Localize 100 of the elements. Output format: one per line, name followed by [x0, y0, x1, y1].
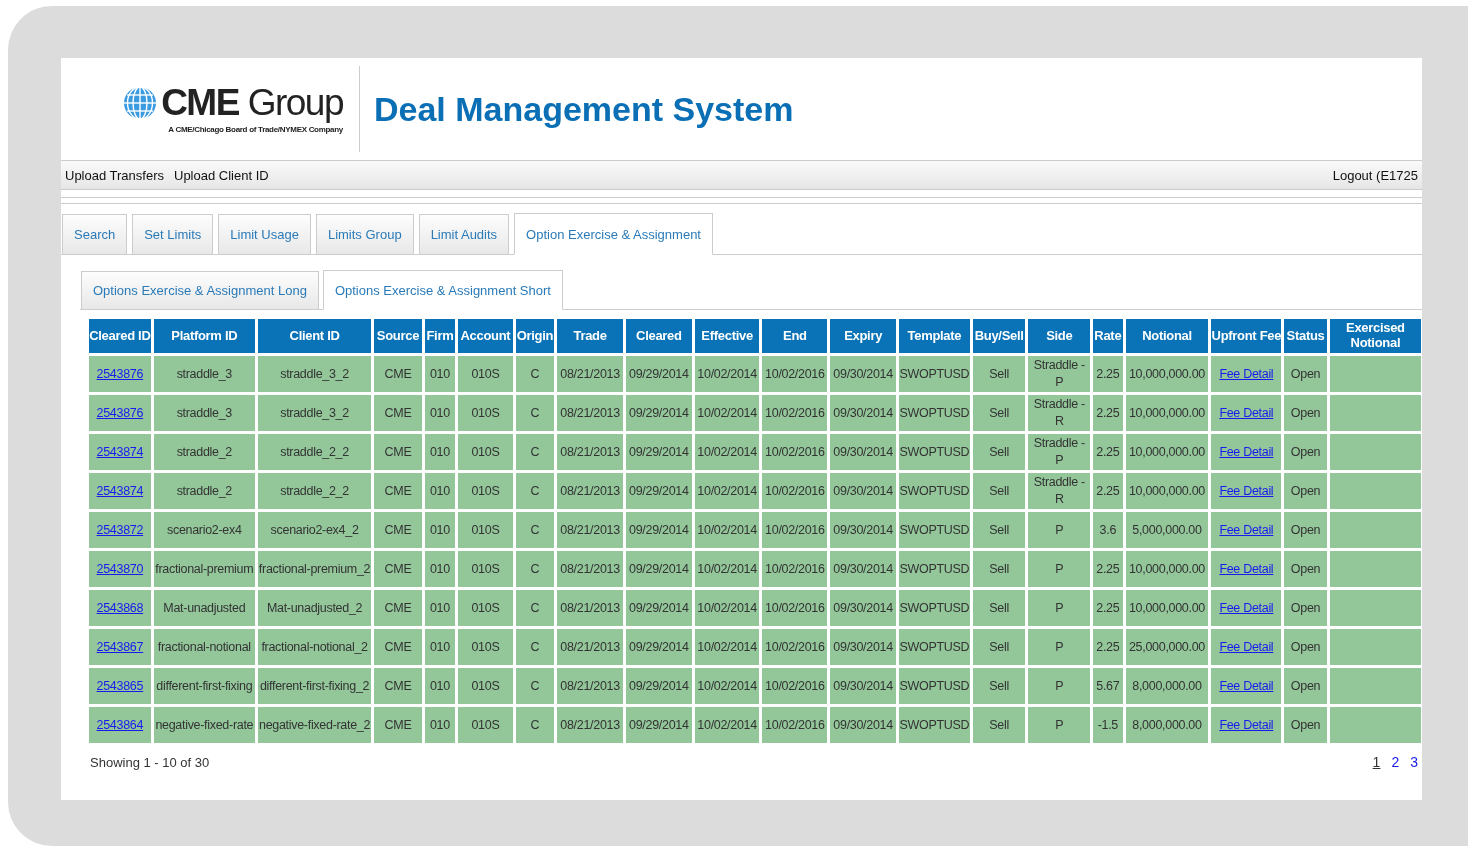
- column-header: Platform ID: [153, 319, 255, 353]
- table-cell: 10/02/2014: [694, 473, 760, 509]
- table-cell: SWOPTUSD: [899, 473, 970, 509]
- table-cell: 10/02/2014: [694, 551, 760, 587]
- table-cell: 10/02/2014: [694, 395, 760, 431]
- table-cell: 10/02/2014: [694, 590, 760, 626]
- table-cell: SWOPTUSD: [899, 356, 970, 392]
- table-cell: 010: [424, 629, 456, 665]
- table-cell: Straddle - P: [1028, 434, 1091, 470]
- table-cell: 10/02/2014: [694, 512, 760, 548]
- table-cell: fractional-notional_2: [257, 629, 372, 665]
- tab[interactable]: Limit Usage: [218, 214, 311, 254]
- table-cell: P: [1028, 668, 1091, 704]
- table-cell: Open: [1284, 473, 1327, 509]
- table-cell: 10/02/2014: [694, 707, 760, 743]
- table-cell: Open: [1284, 668, 1327, 704]
- table-cell: 09/29/2014: [625, 434, 692, 470]
- table-cell: 10/02/2016: [762, 395, 828, 431]
- table-cell: 010S: [458, 395, 513, 431]
- table-cell: C: [515, 395, 555, 431]
- table-cell: 10,000,000.00: [1125, 473, 1209, 509]
- table-cell: 2.25: [1093, 473, 1123, 509]
- tab[interactable]: Limits Group: [315, 214, 414, 254]
- table-cell: straddle_3_2: [257, 356, 372, 392]
- table-cell: 09/29/2014: [625, 356, 692, 392]
- column-header: Exercised Notional: [1329, 319, 1421, 353]
- table-cell: straddle_2_2: [257, 434, 372, 470]
- page-link[interactable]: 1: [1372, 754, 1381, 770]
- column-header: Cleared: [625, 319, 692, 353]
- table-cell: 10,000,000.00: [1125, 551, 1209, 587]
- column-header: Expiry: [830, 319, 896, 353]
- table-cell: SWOPTUSD: [899, 434, 970, 470]
- table-cell: Straddle - R: [1028, 395, 1091, 431]
- table-cell: CME: [374, 395, 422, 431]
- table-cell: 09/30/2014: [830, 356, 896, 392]
- subtab[interactable]: Options Exercise & Assignment Long: [81, 271, 319, 309]
- table-cell: Open: [1284, 707, 1327, 743]
- table-cell: 10/02/2016: [762, 473, 828, 509]
- table-cell: 10,000,000.00: [1125, 590, 1209, 626]
- table-cell: CME: [374, 590, 422, 626]
- table-cell: straddle_3: [153, 356, 255, 392]
- table-cell: 08/21/2013: [557, 512, 623, 548]
- subtab[interactable]: Options Exercise & Assignment Short: [322, 270, 563, 310]
- table-cell: Open: [1284, 512, 1327, 548]
- table-cell: 010S: [458, 356, 513, 392]
- table-cell: 10/02/2016: [762, 707, 828, 743]
- table-cell: P: [1028, 512, 1091, 548]
- table-cell: 010: [424, 590, 456, 626]
- app-title: Deal Management System: [374, 89, 794, 129]
- table-cell: P: [1028, 551, 1091, 587]
- nav-link[interactable]: Upload Transfers: [65, 167, 164, 183]
- table-cell: 010: [424, 356, 456, 392]
- table-cell: straddle_2: [153, 473, 255, 509]
- table-cell: 010S: [458, 629, 513, 665]
- table-cell: Open: [1284, 395, 1327, 431]
- table-cell: 10/02/2014: [694, 434, 760, 470]
- table-cell: 010: [424, 395, 456, 431]
- nav-link[interactable]: Upload Client ID: [174, 167, 269, 183]
- table-cell: 010: [424, 551, 456, 587]
- tab[interactable]: Limit Audits: [418, 214, 510, 254]
- table-cell: Open: [1284, 551, 1327, 587]
- column-header: Upfront Fee: [1211, 319, 1282, 353]
- table-cell: straddle_2_2: [257, 473, 372, 509]
- table-cell: Sell: [972, 668, 1026, 704]
- table-cell: 09/30/2014: [830, 473, 896, 509]
- table-cell: Sell: [972, 590, 1026, 626]
- logout-link[interactable]: Logout (E1725: [1332, 167, 1418, 183]
- globe-icon: [123, 85, 158, 120]
- table-cell: 08/21/2013: [557, 395, 623, 431]
- table-cell: 09/30/2014: [830, 590, 896, 626]
- table-cell: 010S: [458, 434, 513, 470]
- table-cell: 010: [424, 668, 456, 704]
- table-cell: SWOPTUSD: [899, 395, 970, 431]
- table-cell: P: [1028, 629, 1091, 665]
- tab[interactable]: Set Limits: [132, 214, 214, 254]
- column-header: Account: [458, 319, 513, 353]
- table-cell: 08/21/2013: [557, 473, 623, 509]
- table-cell: 09/30/2014: [830, 668, 896, 704]
- table-cell: 09/29/2014: [625, 629, 692, 665]
- table-cell: C: [515, 629, 555, 665]
- table-cell: C: [515, 707, 555, 743]
- table-cell: C: [515, 473, 555, 509]
- column-header: Template: [899, 319, 970, 353]
- tab[interactable]: Option Exercise & Assignment: [514, 213, 713, 255]
- table-cell: Sell: [972, 395, 1026, 431]
- column-header: End: [762, 319, 828, 353]
- table-cell: Open: [1284, 434, 1327, 470]
- page-link[interactable]: 3: [1410, 754, 1418, 770]
- table-cell: 10/02/2014: [694, 668, 760, 704]
- table-cell: 10,000,000.00: [1125, 356, 1209, 392]
- page-link[interactable]: 2: [1391, 754, 1400, 770]
- table-cell: CME: [374, 473, 422, 509]
- logo-tagline: A CME/Chicago Board of Trade/NYMEX Company: [168, 125, 343, 134]
- table-cell: -1.5: [1093, 707, 1123, 743]
- table-cell: 10/02/2014: [694, 629, 760, 665]
- table-cell: 010: [424, 434, 456, 470]
- table-cell: 10/02/2016: [762, 356, 828, 392]
- table-cell: 09/29/2014: [625, 512, 692, 548]
- table-cell: 010S: [458, 551, 513, 587]
- tab[interactable]: Search: [62, 214, 128, 254]
